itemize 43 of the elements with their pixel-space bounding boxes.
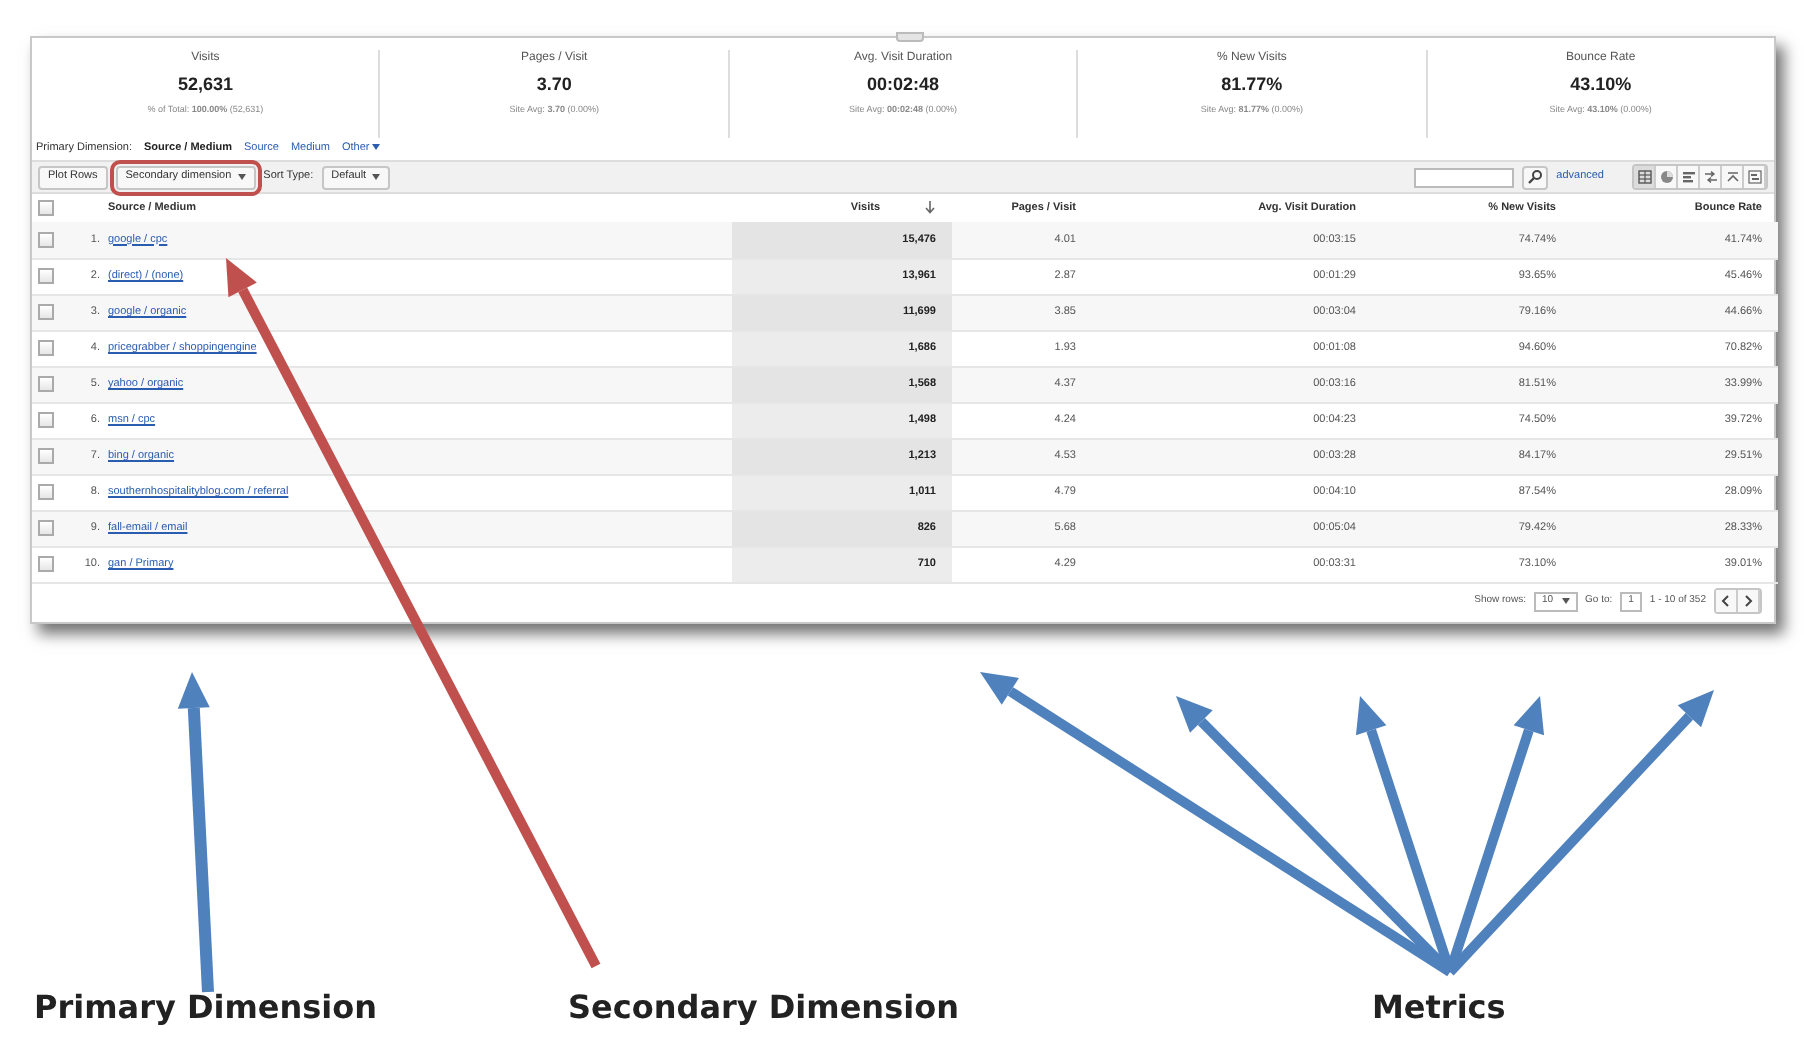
next-page-button[interactable]	[1738, 590, 1760, 612]
bar-chart-icon	[1681, 170, 1695, 184]
view-button[interactable]	[1722, 166, 1744, 188]
metric-value: 81.77%	[1221, 72, 1283, 98]
row-checkbox[interactable]	[38, 304, 54, 320]
caret-icon	[237, 174, 246, 180]
row-checkbox[interactable]	[38, 556, 54, 572]
row-checkbox[interactable]	[38, 484, 54, 500]
view-button[interactable]	[1634, 166, 1656, 188]
chevron-left-icon	[1720, 594, 1732, 608]
search-button[interactable]	[1522, 165, 1549, 189]
annotation-caption: Secondary Dimension	[568, 986, 961, 1030]
pivot-icon	[1725, 170, 1739, 184]
table-icon	[1637, 170, 1651, 184]
grip-handle[interactable]	[896, 32, 924, 42]
select-all-checkbox[interactable]	[38, 200, 54, 216]
metric-value: 43.10%	[1570, 72, 1632, 98]
chevron-right-icon	[1742, 594, 1754, 608]
row-checkbox[interactable]	[38, 268, 54, 284]
view-button[interactable]	[1656, 166, 1678, 188]
annotation-caption: Primary Dimension	[34, 986, 380, 1030]
caret-icon	[372, 174, 381, 180]
row-checkbox[interactable]	[38, 412, 54, 428]
previous-page-button[interactable]	[1716, 590, 1738, 612]
view-button[interactable]	[1678, 166, 1700, 188]
caret-icon	[1561, 598, 1570, 604]
search-icon	[1528, 170, 1543, 184]
view-button[interactable]	[1700, 166, 1722, 188]
pie-chart-icon	[1659, 170, 1673, 184]
row-checkbox[interactable]	[38, 376, 54, 392]
comparison-icon	[1703, 170, 1717, 184]
row-checkbox[interactable]	[38, 520, 54, 536]
row-checkbox[interactable]	[38, 231, 54, 248]
row-checkbox[interactable]	[38, 340, 54, 356]
view-button[interactable]	[1744, 166, 1766, 188]
caret-icon	[372, 144, 381, 151]
metric-value: 3.70	[536, 72, 572, 98]
metric-value: 00:02:48	[867, 72, 940, 98]
row-checkbox[interactable]	[38, 448, 54, 464]
search-field[interactable]	[1414, 167, 1515, 187]
metric-value: 52,631	[177, 72, 233, 98]
annotation-caption: Metrics	[1372, 986, 1508, 1030]
term-cloud-icon	[1747, 170, 1761, 184]
